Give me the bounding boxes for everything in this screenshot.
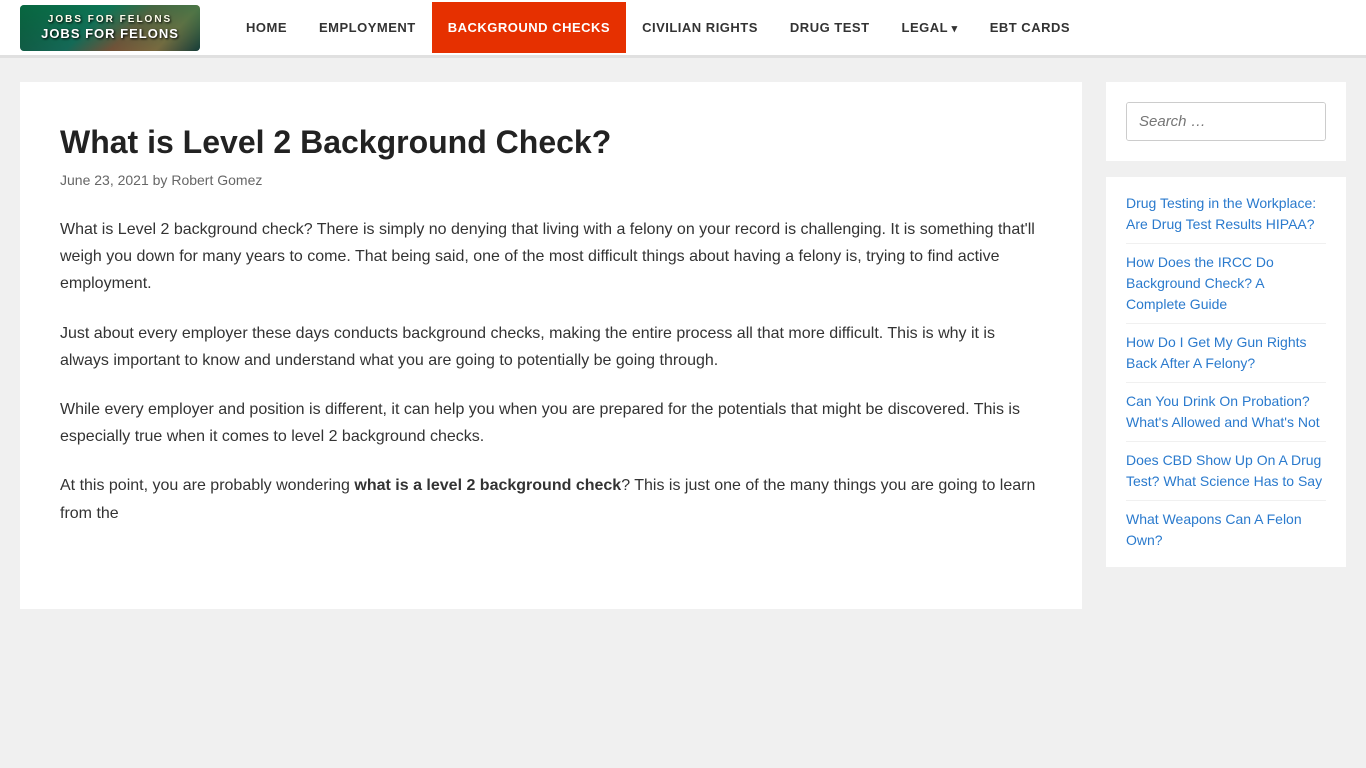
sidebar-link-list: Drug Testing in the Workplace: Are Drug … — [1126, 193, 1326, 551]
sidebar-link-2[interactable]: How Does the IRCC Do Background Check? A… — [1126, 254, 1274, 312]
nav-item-background-checks[interactable]: BACKGROUND CHECKS — [432, 2, 626, 53]
nav-item-home[interactable]: HOME — [230, 2, 303, 53]
nav-link-legal[interactable]: LEGAL — [886, 2, 974, 53]
nav-link-home[interactable]: HOME — [230, 2, 303, 53]
nav-link-drug-test[interactable]: DRUG TEST — [774, 2, 886, 53]
nav-item-legal[interactable]: LEGAL — [886, 2, 974, 53]
sidebar-link-1[interactable]: Drug Testing in the Workplace: Are Drug … — [1126, 195, 1316, 232]
logo-sub-text: JOBS FOR FELONS — [41, 13, 179, 26]
article-bold-term: what is a level 2 background check — [354, 477, 621, 494]
search-input[interactable] — [1127, 103, 1326, 140]
sidebar-link-4[interactable]: Can You Drink On Probation? What's Allow… — [1126, 393, 1320, 430]
nav-link-background-checks[interactable]: BACKGROUND CHECKS — [432, 2, 626, 53]
nav-menu: HOME EMPLOYMENT BACKGROUND CHECKS CIVILI… — [230, 2, 1346, 53]
article-meta: June 23, 2021 by Robert Gomez — [60, 172, 1042, 188]
list-item: What Weapons Can A Felon Own? — [1126, 509, 1326, 551]
list-item: Can You Drink On Probation? What's Allow… — [1126, 391, 1326, 442]
article-body: What is Level 2 background check? There … — [60, 216, 1042, 527]
page-wrapper: What is Level 2 Background Check? June 2… — [0, 58, 1366, 633]
main-nav: JOBS FOR FELONS JOBS FOR FELONS HOME EMP… — [0, 0, 1366, 58]
sidebar-link-6[interactable]: What Weapons Can A Felon Own? — [1126, 511, 1302, 548]
sidebar-links: Drug Testing in the Workplace: Are Drug … — [1106, 177, 1346, 567]
nav-link-employment[interactable]: EMPLOYMENT — [303, 2, 432, 53]
nav-link-civilian-rights[interactable]: CIVILIAN RIGHTS — [626, 2, 774, 53]
article-author[interactable]: Robert Gomez — [171, 172, 262, 188]
article-paragraph-4: At this point, you are probably wonderin… — [60, 472, 1042, 526]
nav-link-ebt-cards[interactable]: EBT CARDS — [974, 2, 1086, 53]
nav-item-employment[interactable]: EMPLOYMENT — [303, 2, 432, 53]
article-paragraph-3: While every employer and position is dif… — [60, 396, 1042, 450]
list-item: Drug Testing in the Workplace: Are Drug … — [1126, 193, 1326, 244]
article-by: by — [153, 172, 172, 188]
site-logo[interactable]: JOBS FOR FELONS JOBS FOR FELONS — [20, 5, 200, 51]
list-item: Does CBD Show Up On A Drug Test? What Sc… — [1126, 450, 1326, 501]
sidebar-link-5[interactable]: Does CBD Show Up On A Drug Test? What Sc… — [1126, 452, 1322, 489]
article-paragraph-1: What is Level 2 background check? There … — [60, 216, 1042, 298]
nav-item-drug-test[interactable]: DRUG TEST — [774, 2, 886, 53]
article-title: What is Level 2 Background Check? — [60, 122, 1042, 162]
list-item: How Does the IRCC Do Background Check? A… — [1126, 252, 1326, 324]
search-input-wrapper — [1126, 102, 1326, 141]
sidebar-link-3[interactable]: How Do I Get My Gun Rights Back After A … — [1126, 334, 1307, 371]
nav-item-ebt-cards[interactable]: EBT CARDS — [974, 2, 1086, 53]
list-item: How Do I Get My Gun Rights Back After A … — [1126, 332, 1326, 383]
nav-item-civilian-rights[interactable]: CIVILIAN RIGHTS — [626, 2, 774, 53]
article-date: June 23, 2021 — [60, 172, 149, 188]
main-content: What is Level 2 Background Check? June 2… — [20, 82, 1082, 609]
article-paragraph-2: Just about every employer these days con… — [60, 320, 1042, 374]
sidebar-search-box — [1106, 82, 1346, 161]
logo-main-text: JOBS FOR FELONS — [41, 26, 179, 41]
sidebar: Drug Testing in the Workplace: Are Drug … — [1106, 82, 1346, 609]
